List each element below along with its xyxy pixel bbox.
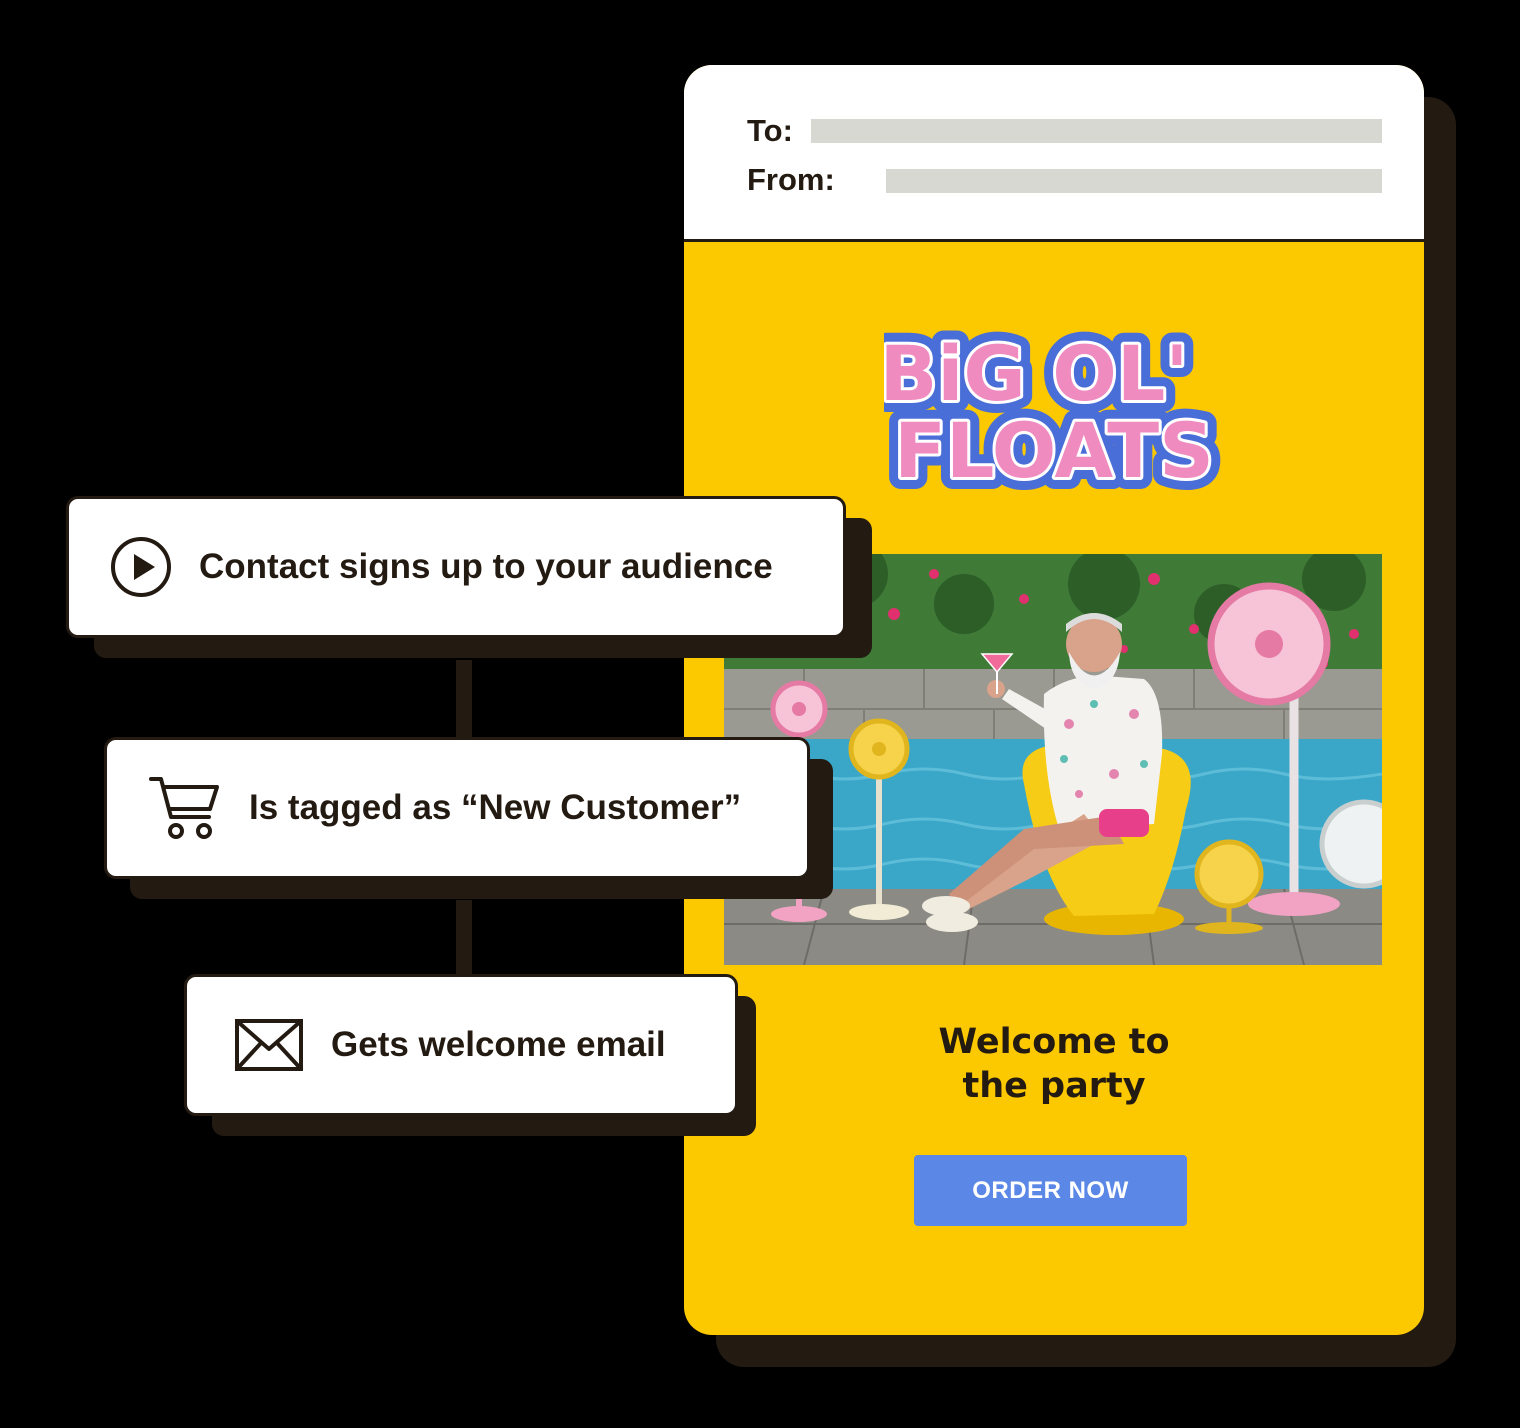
automation-step-email: Gets welcome email <box>184 974 738 1116</box>
step-label: Gets welcome email <box>331 1025 666 1064</box>
to-label: To: <box>747 113 793 148</box>
to-field-placeholder <box>811 119 1382 143</box>
email-header: To: From: <box>684 65 1424 242</box>
brand-logo-line2: FLOATS <box>894 406 1214 495</box>
from-field-placeholder <box>886 169 1382 193</box>
headline-line-1: Welcome to <box>938 1022 1170 1062</box>
order-now-button[interactable]: ORDER NOW <box>914 1155 1187 1226</box>
automation-step-tagged: Is tagged as “New Customer” <box>104 737 810 879</box>
brand-logo-line1: BiG OL' <box>884 329 1189 418</box>
step-connector-1 <box>456 660 472 740</box>
shopping-cart-icon <box>149 777 219 839</box>
envelope-icon <box>235 1019 303 1071</box>
email-headline: Welcome to the party <box>854 1020 1254 1108</box>
automation-step-signup: Contact signs up to your audience <box>66 496 846 638</box>
step-connector-2 <box>456 900 472 978</box>
email-preview: To: From: BiG OL' BiG OL' FLOATS FLOATS <box>684 65 1424 1335</box>
step-label: Is tagged as “New Customer” <box>249 788 742 827</box>
from-label: From: <box>747 162 835 197</box>
step-label: Contact signs up to your audience <box>199 547 773 586</box>
brand-logo: BiG OL' BiG OL' FLOATS FLOATS <box>884 322 1224 502</box>
headline-line-2: the party <box>962 1066 1146 1106</box>
play-circle-icon <box>111 537 171 597</box>
